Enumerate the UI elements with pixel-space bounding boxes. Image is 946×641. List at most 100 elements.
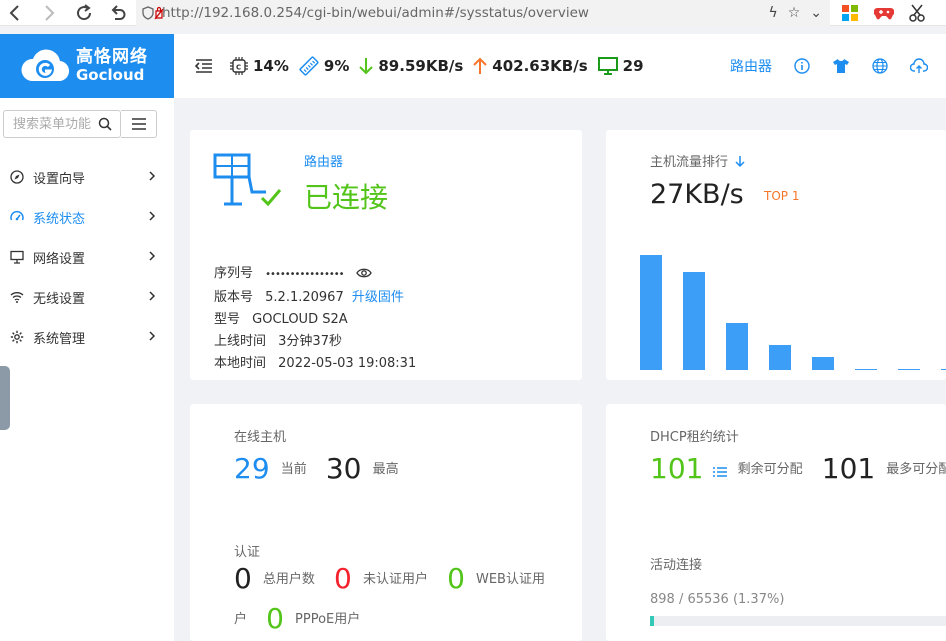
dhcp-stats: 101 剩余可分配 101 最多可分配 <box>650 452 946 485</box>
hosts-stat: 29 <box>597 57 644 75</box>
web-users-label-cont: 户 <box>234 612 248 627</box>
upload-stat: 402.63KB/s <box>473 57 588 75</box>
list-icon[interactable] <box>712 466 727 478</box>
undo-icon <box>111 4 126 20</box>
sidebar-drag-handle[interactable] <box>0 366 10 430</box>
top-badge: TOP 1 <box>764 189 800 203</box>
localtime-row: 本地时间 2022-05-03 19:08:31 <box>214 352 416 371</box>
traffic-bar[interactable] <box>812 357 834 370</box>
online-hosts-stats: 29 当前 30 最高 <box>234 452 399 485</box>
traffic-bar[interactable] <box>683 272 705 370</box>
online-hosts-card: 在线主机 29 当前 30 最高 认证 0 总用户数 0 未认证用户 0 WEB… <box>190 404 582 641</box>
chevron-right-icon <box>45 4 55 21</box>
total-users-value[interactable]: 0 <box>234 562 252 595</box>
chevron-left-icon <box>9 4 19 21</box>
lightning-icon[interactable]: ϟ <box>768 5 777 21</box>
download-stat: 89.59KB/s <box>359 57 463 75</box>
uptime-value: 3分钟37秒 <box>278 334 342 349</box>
compass-icon <box>10 170 24 184</box>
dhcp-title: DHCP租约统计 <box>650 430 739 445</box>
host-traffic-card: 主机流量排行 27KB/s TOP 1 <box>606 130 946 380</box>
version-label: 版本号 <box>214 290 254 305</box>
traffic-bar[interactable] <box>769 345 791 370</box>
chevron-down-icon[interactable]: ⌄ <box>810 5 822 21</box>
connections-progress-bar <box>650 616 946 626</box>
gamepad-icon[interactable] <box>873 2 895 24</box>
sidebar-item-network-settings[interactable]: 网络设置 <box>0 237 174 277</box>
brand-logo[interactable]: 高恪网络 Gocloud <box>0 34 174 98</box>
sidebar-item-system-status[interactable]: 系统状态 <box>0 197 174 237</box>
localtime-value: 2022-05-03 19:08:31 <box>278 356 417 371</box>
sidebar-item-wireless-settings[interactable]: 无线设置 <box>0 277 174 317</box>
model-row: 型号 GOCLOUD S2A <box>214 308 348 327</box>
unauth-users-value[interactable]: 0 <box>334 562 352 595</box>
traffic-bar[interactable] <box>855 369 877 370</box>
undo-button[interactable] <box>105 0 131 26</box>
star-icon[interactable]: ☆ <box>788 5 801 21</box>
forward-button[interactable] <box>36 0 62 26</box>
router-status-card: 路由器 已连接 序列号 •••••••••••••••• 版本号 5.2.1.2… <box>190 130 582 380</box>
menu-list-button[interactable] <box>121 110 157 138</box>
dhcp-max-label: 最多可分配 <box>886 462 946 477</box>
search-icon[interactable] <box>98 117 112 131</box>
model-value: GOCLOUD S2A <box>252 312 348 327</box>
upgrade-firmware-link[interactable]: 升级固件 <box>352 290 404 305</box>
total-users-label: 总用户数 <box>262 572 315 587</box>
connections-progress-fill <box>650 616 654 626</box>
apps-grid-icon[interactable] <box>839 2 861 24</box>
memory-stat: 9% <box>299 56 349 76</box>
scissors-icon[interactable] <box>907 2 929 24</box>
dhcp-max-value: 101 <box>821 452 876 485</box>
globe-icon[interactable] <box>872 58 888 74</box>
max-hosts-value: 30 <box>325 452 362 485</box>
uptime-label: 上线时间 <box>214 334 267 349</box>
brand-name-en: Gocloud <box>76 66 145 84</box>
active-connections-title: 活动连接 <box>650 558 703 573</box>
tshirt-icon[interactable] <box>832 58 850 74</box>
traffic-bar-chart <box>640 240 946 370</box>
connection-status: 已连接 <box>304 181 389 214</box>
cloud-logo-icon <box>21 49 70 82</box>
back-button[interactable] <box>2 0 28 26</box>
dhcp-remaining-value[interactable]: 101 <box>650 452 703 485</box>
address-bar[interactable]: http://192.168.0.254/cgi-bin/webui/admin… <box>136 0 830 26</box>
router-link[interactable]: 路由器 <box>730 56 772 76</box>
auth-title: 认证 <box>234 545 261 560</box>
sidebar-item-system-management[interactable]: 系统管理 <box>0 317 174 357</box>
menu-collapse-icon <box>195 59 212 73</box>
wifi-icon <box>10 292 24 303</box>
eye-icon[interactable] <box>355 267 372 279</box>
serial-value: •••••••••••••••• <box>265 269 344 280</box>
upload-speed: 402.63KB/s <box>492 57 588 75</box>
monitor-icon <box>10 250 24 264</box>
url-text: http://192.168.0.254/cgi-bin/webui/admin… <box>162 5 589 21</box>
traffic-bar[interactable] <box>898 369 920 370</box>
traffic-title-row[interactable]: 主机流量排行 <box>650 151 745 170</box>
sidebar-item-label: 设置向导 <box>33 171 86 187</box>
web-users-value[interactable]: 0 <box>447 562 465 595</box>
traffic-bar[interactable] <box>941 369 946 370</box>
sidebar-item-setup-wizard[interactable]: 设置向导 <box>0 157 174 197</box>
web-users-label: WEB认证用 <box>475 572 545 587</box>
auth-stats-row2: 户 0 PPPoE用户 <box>234 602 360 635</box>
cpu-value: 14% <box>253 57 289 75</box>
menu-search-input[interactable] <box>4 112 98 136</box>
traffic-bar[interactable] <box>726 323 748 370</box>
info-icon[interactable] <box>794 58 810 74</box>
svg-text:C: C <box>236 64 241 72</box>
current-hosts-value[interactable]: 29 <box>234 452 270 485</box>
cpu-icon: C <box>230 57 248 75</box>
chevron-right-icon <box>149 331 156 341</box>
traffic-bar[interactable] <box>640 255 662 370</box>
sidebar-collapse-button[interactable] <box>186 58 222 74</box>
hamburger-icon <box>131 118 146 130</box>
cloud-upload-icon[interactable] <box>910 58 928 74</box>
version-value: 5.2.1.20967 <box>265 290 344 305</box>
pppoe-users-value[interactable]: 0 <box>266 602 284 635</box>
cpu-stat: C 14% <box>230 57 289 75</box>
online-hosts-title: 在线主机 <box>234 430 287 445</box>
active-connections-value: 898 / 65536 (1.37%) <box>650 592 785 607</box>
reload-button[interactable] <box>71 0 97 26</box>
reload-icon <box>77 3 92 20</box>
gear-icon <box>10 330 24 344</box>
